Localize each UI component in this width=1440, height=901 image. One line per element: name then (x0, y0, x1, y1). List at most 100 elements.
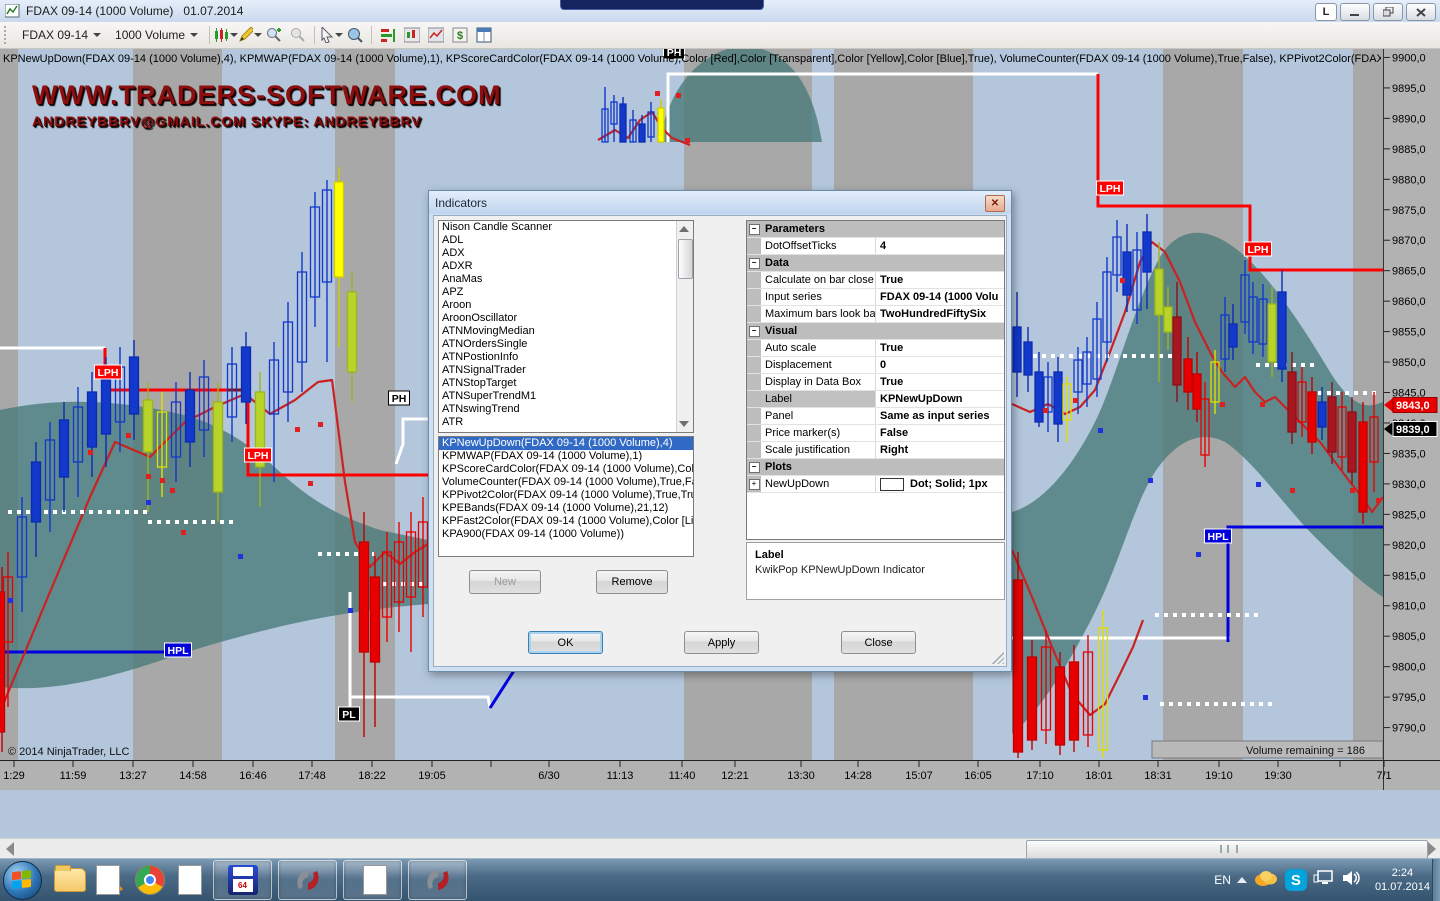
dialog-close-button[interactable]: ✕ (985, 195, 1005, 212)
properties-panel-button[interactable] (472, 24, 496, 46)
available-indicator-item[interactable]: ATNswingTrend (439, 403, 693, 416)
tray-expand-icon[interactable] (1237, 877, 1247, 883)
draw-tool-button[interactable] (238, 24, 262, 46)
collapse-section-icon[interactable]: − (749, 326, 760, 337)
new-button[interactable]: New (469, 570, 541, 594)
property-value[interactable]: 0 (876, 357, 1004, 373)
property-value[interactable]: True (876, 374, 1004, 390)
property-value[interactable]: TwoHundredFiftySix (876, 306, 1004, 322)
scroll-right-arrow-icon[interactable] (1428, 842, 1436, 856)
available-indicator-item[interactable]: ADX (439, 247, 693, 260)
clock[interactable]: 2:24 01.07.2014 (1375, 866, 1430, 894)
property-value[interactable]: Right (876, 442, 1004, 458)
document-app-taskbar-button[interactable]: A (343, 860, 402, 900)
instrument-dropdown[interactable]: FDAX 09-14 (15, 25, 108, 45)
scrollbar-thumb[interactable] (1026, 840, 1428, 859)
property-section-header[interactable]: −Data (747, 255, 1004, 272)
scroll-left-arrow-icon[interactable] (6, 842, 14, 856)
close-dialog-button[interactable]: Close (841, 631, 916, 654)
available-indicator-item[interactable]: AroonOscillator (439, 312, 693, 325)
property-row[interactable]: Display in Data BoxTrue (747, 374, 1004, 391)
network-tray-icon[interactable] (1313, 869, 1335, 892)
available-indicator-item[interactable]: ATNPostionInfo (439, 351, 693, 364)
chart-horizontal-scrollbar[interactable] (0, 838, 1440, 859)
interval-dropdown[interactable]: 1000 Volume (108, 25, 205, 45)
property-value[interactable]: Dot; Solid; 1px (876, 476, 1004, 492)
property-value[interactable]: 4 (876, 238, 1004, 254)
account-button[interactable]: $ (448, 24, 472, 46)
property-row[interactable]: LabelKPNewUpDown (747, 391, 1004, 408)
layout-button[interactable]: L (1315, 3, 1337, 21)
available-indicator-item[interactable]: ATR (439, 416, 693, 429)
explorer-taskbar-icon[interactable] (50, 861, 90, 899)
available-indicator-item[interactable]: ADXR (439, 260, 693, 273)
property-row[interactable]: Calculate on bar closeTrue (747, 272, 1004, 289)
available-indicator-item[interactable]: Aroon (439, 299, 693, 312)
selected-indicator-item[interactable]: KPScoreCardColor(FDAX 09-14 (1000 Volume… (439, 463, 693, 476)
weather-tray-icon[interactable] (1253, 868, 1279, 893)
selected-indicator-item[interactable]: KPPivot2Color(FDAX 09-14 (1000 Volume),T… (439, 489, 693, 502)
volume-tray-icon[interactable] (1341, 869, 1363, 892)
property-row[interactable]: Scale justificationRight (747, 442, 1004, 459)
trading-app-taskbar-button[interactable] (213, 860, 272, 900)
property-row[interactable]: Auto scaleTrue (747, 340, 1004, 357)
selected-indicator-item[interactable]: KPMWAP(FDAX 09-14 (1000 Volume),1) (439, 450, 693, 463)
ninjatrader-taskbar-button[interactable] (278, 860, 337, 900)
property-row[interactable]: DotOffsetTicks4 (747, 238, 1004, 255)
data-box-button[interactable] (343, 24, 367, 46)
chrome-taskbar-icon[interactable] (130, 861, 170, 899)
property-row[interactable]: Maximum bars look baTwoHundredFiftySix (747, 306, 1004, 323)
zoom-out-button[interactable] (286, 24, 310, 46)
scroll-down-arrow-icon[interactable] (679, 421, 689, 427)
language-indicator[interactable]: EN (1214, 873, 1231, 887)
property-section-header[interactable]: −Visual (747, 323, 1004, 340)
available-indicator-item[interactable]: ADL (439, 234, 693, 247)
close-button[interactable] (1406, 3, 1436, 21)
available-indicators-list[interactable]: Nison Candle ScannerADLADXADXRAnaMasAPZA… (438, 220, 694, 433)
show-desktop-button[interactable] (1432, 859, 1440, 901)
window-titlebar[interactable]: FDAX 09-14 (1000 Volume)01.07.2014 L (0, 0, 1440, 23)
ok-button[interactable]: OK (528, 631, 603, 654)
available-indicator-item[interactable]: ATNOrdersSingle (439, 338, 693, 351)
selected-indicators-list[interactable]: KPNewUpDown(FDAX 09-14 (1000 Volume),4)K… (438, 436, 694, 557)
restore-button[interactable] (1373, 3, 1403, 21)
indicators-dialog[interactable]: Indicators ✕ Nison Candle ScannerADLADXA… (428, 190, 1012, 672)
collapse-section-icon[interactable]: − (749, 258, 760, 269)
selected-indicator-item[interactable]: KPNewUpDown(FDAX 09-14 (1000 Volume),4) (439, 437, 693, 450)
available-indicator-item[interactable]: ATNStopTarget (439, 377, 693, 390)
property-value[interactable]: True (876, 272, 1004, 288)
available-indicator-item[interactable]: ATNSuperTrendM1 (439, 390, 693, 403)
collapse-section-icon[interactable]: − (749, 462, 760, 473)
chart-window-button[interactable] (400, 24, 424, 46)
property-value[interactable]: FDAX 09-14 (1000 Volu (876, 289, 1004, 305)
expand-row-icon[interactable]: + (749, 479, 760, 490)
dialog-resize-grip[interactable] (992, 652, 1004, 664)
property-row[interactable]: Displacement0 (747, 357, 1004, 374)
property-value[interactable]: Same as input series (876, 408, 1004, 424)
available-indicator-item[interactable]: Nison Candle Scanner (439, 221, 693, 234)
skype-tray-icon[interactable]: S (1285, 869, 1307, 891)
property-value[interactable]: True (876, 340, 1004, 356)
available-indicator-item[interactable]: AnaMas (439, 273, 693, 286)
available-indicator-item[interactable]: APZ (439, 286, 693, 299)
start-button[interactable] (3, 861, 42, 900)
cursor-tool-button[interactable] (319, 24, 343, 46)
ninjatrader2-taskbar-button[interactable] (408, 860, 467, 900)
available-indicator-item[interactable]: ATNSignalTrader (439, 364, 693, 377)
zoom-in-button[interactable] (262, 24, 286, 46)
scroll-up-arrow-icon[interactable] (679, 226, 689, 232)
available-indicator-item[interactable]: ATNMovingMedian (439, 325, 693, 338)
property-row[interactable]: +NewUpDownDot; Solid; 1px (747, 476, 1004, 493)
indicator-properties-grid[interactable]: −ParametersDotOffsetTicks4−DataCalculate… (746, 220, 1005, 540)
apply-button[interactable]: Apply (684, 631, 759, 654)
dialog-titlebar[interactable]: Indicators ✕ (429, 191, 1011, 214)
selected-indicator-item[interactable]: KPFast2Color(FDAX 09-14 (1000 Volume),Co… (439, 515, 693, 528)
property-row[interactable]: PanelSame as input series (747, 408, 1004, 425)
property-section-header[interactable]: −Parameters (747, 221, 1004, 238)
selected-indicator-item[interactable]: VolumeCounter(FDAX 09-14 (1000 Volume),T… (439, 476, 693, 489)
bars-panel-button[interactable] (376, 24, 400, 46)
list-scrollbar-thumb[interactable] (678, 239, 693, 279)
chart-style-button[interactable] (214, 24, 238, 46)
collapse-section-icon[interactable]: − (749, 224, 760, 235)
list-scrollbar[interactable] (676, 221, 693, 432)
